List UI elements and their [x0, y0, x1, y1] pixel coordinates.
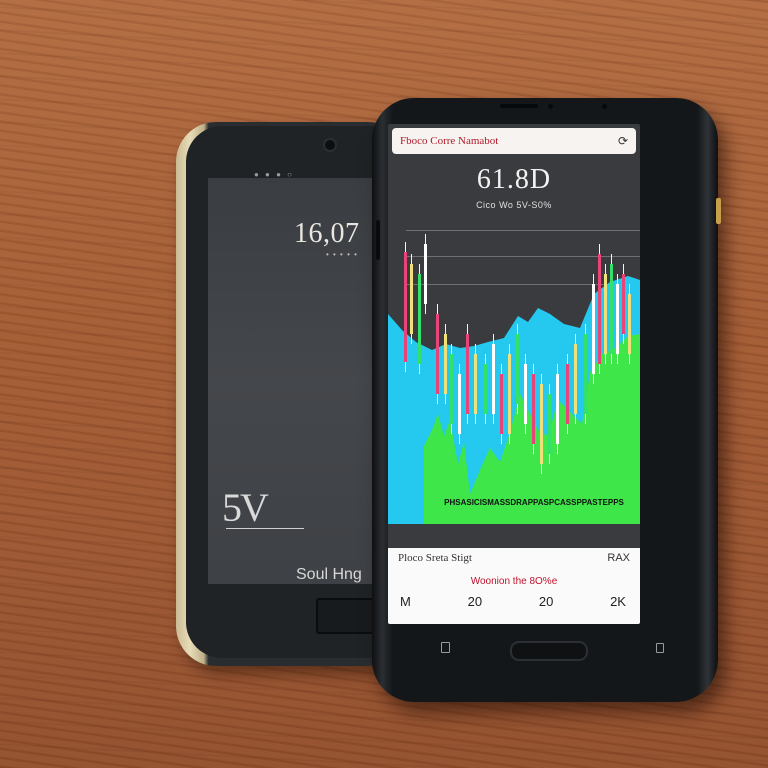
candle — [474, 354, 477, 414]
candlestick-chart[interactable]: PHSASICISMASSDRAPPASPCASSPPASTEPPS — [388, 224, 640, 544]
logo-underline — [226, 528, 304, 529]
earpiece — [500, 104, 538, 108]
candle — [444, 334, 447, 394]
power-button[interactable] — [716, 198, 721, 224]
candle — [450, 354, 453, 424]
candle — [492, 344, 495, 414]
candle — [418, 274, 421, 364]
candle — [436, 314, 439, 394]
footer-right-label: RAX — [607, 552, 630, 564]
back-phone-logo: 5V — [222, 485, 269, 530]
candle — [458, 374, 461, 434]
candle — [566, 364, 569, 424]
candle — [604, 274, 607, 354]
footer-left-label: Ploco Sreta Stigt — [398, 552, 472, 564]
back-phone-label: Soul Hng — [296, 566, 362, 583]
stat-item[interactable]: M — [400, 594, 411, 609]
candle — [584, 334, 587, 414]
candle — [524, 364, 527, 424]
candle — [484, 364, 487, 414]
stat-item[interactable]: 20 — [539, 594, 553, 609]
candle — [628, 294, 631, 354]
recent-apps-icon[interactable] — [656, 643, 664, 653]
candle — [500, 374, 503, 434]
footer-stats: M 20 20 2K — [400, 594, 626, 609]
candle — [598, 254, 601, 364]
price-change: Cico Wo 5V-S0% — [476, 200, 552, 210]
candle — [516, 334, 519, 404]
back-camera-icon — [325, 140, 335, 150]
front-phone-screen: Fboco Corre Namabot ⟳ 61.8D Cico Wo 5V-S… — [388, 124, 640, 624]
app-title: Fboco Corre Namabot — [400, 135, 499, 147]
candle — [574, 344, 577, 414]
back-home-button[interactable] — [316, 598, 380, 634]
candle — [556, 374, 559, 444]
home-button[interactable] — [510, 641, 588, 661]
footer-labels: Ploco Sreta Stigt RAX — [398, 552, 630, 564]
app-header: Fboco Corre Namabot ⟳ — [392, 128, 636, 154]
volume-button[interactable] — [376, 220, 380, 260]
stat-item[interactable]: 2K — [610, 594, 626, 609]
candle — [404, 252, 407, 362]
candle — [548, 394, 551, 454]
candle — [622, 274, 625, 334]
lock-screen-subtext: • • • • • — [326, 250, 358, 259]
lock-screen-time: 16,07 — [294, 218, 360, 249]
stat-item[interactable]: 20 — [468, 594, 482, 609]
front-camera-icon — [548, 104, 553, 109]
alert-text: Woonion the 8O%e — [470, 576, 558, 587]
price-block: 61.8D Cico Wo 5V-S0% — [388, 164, 640, 210]
current-price: 61.8D — [476, 164, 552, 195]
candle — [466, 334, 469, 414]
candle — [616, 284, 619, 354]
candle — [508, 354, 511, 434]
candle — [592, 284, 595, 374]
candle — [610, 264, 613, 354]
candle — [424, 244, 427, 304]
footer-card: Ploco Sreta Stigt RAX Woonion the 8O%e M… — [388, 548, 640, 624]
sensor-icon — [602, 104, 607, 109]
label-strip: PHSASICISMASSDRAPPASPCASSPPASTEPPS — [444, 498, 624, 507]
back-nav-icon[interactable] — [441, 642, 450, 653]
refresh-icon[interactable]: ⟳ — [618, 134, 628, 148]
candle — [532, 374, 535, 444]
candle — [410, 264, 413, 334]
status-bar-icons: ● ● ● ○ — [254, 170, 294, 179]
candle — [540, 384, 543, 464]
